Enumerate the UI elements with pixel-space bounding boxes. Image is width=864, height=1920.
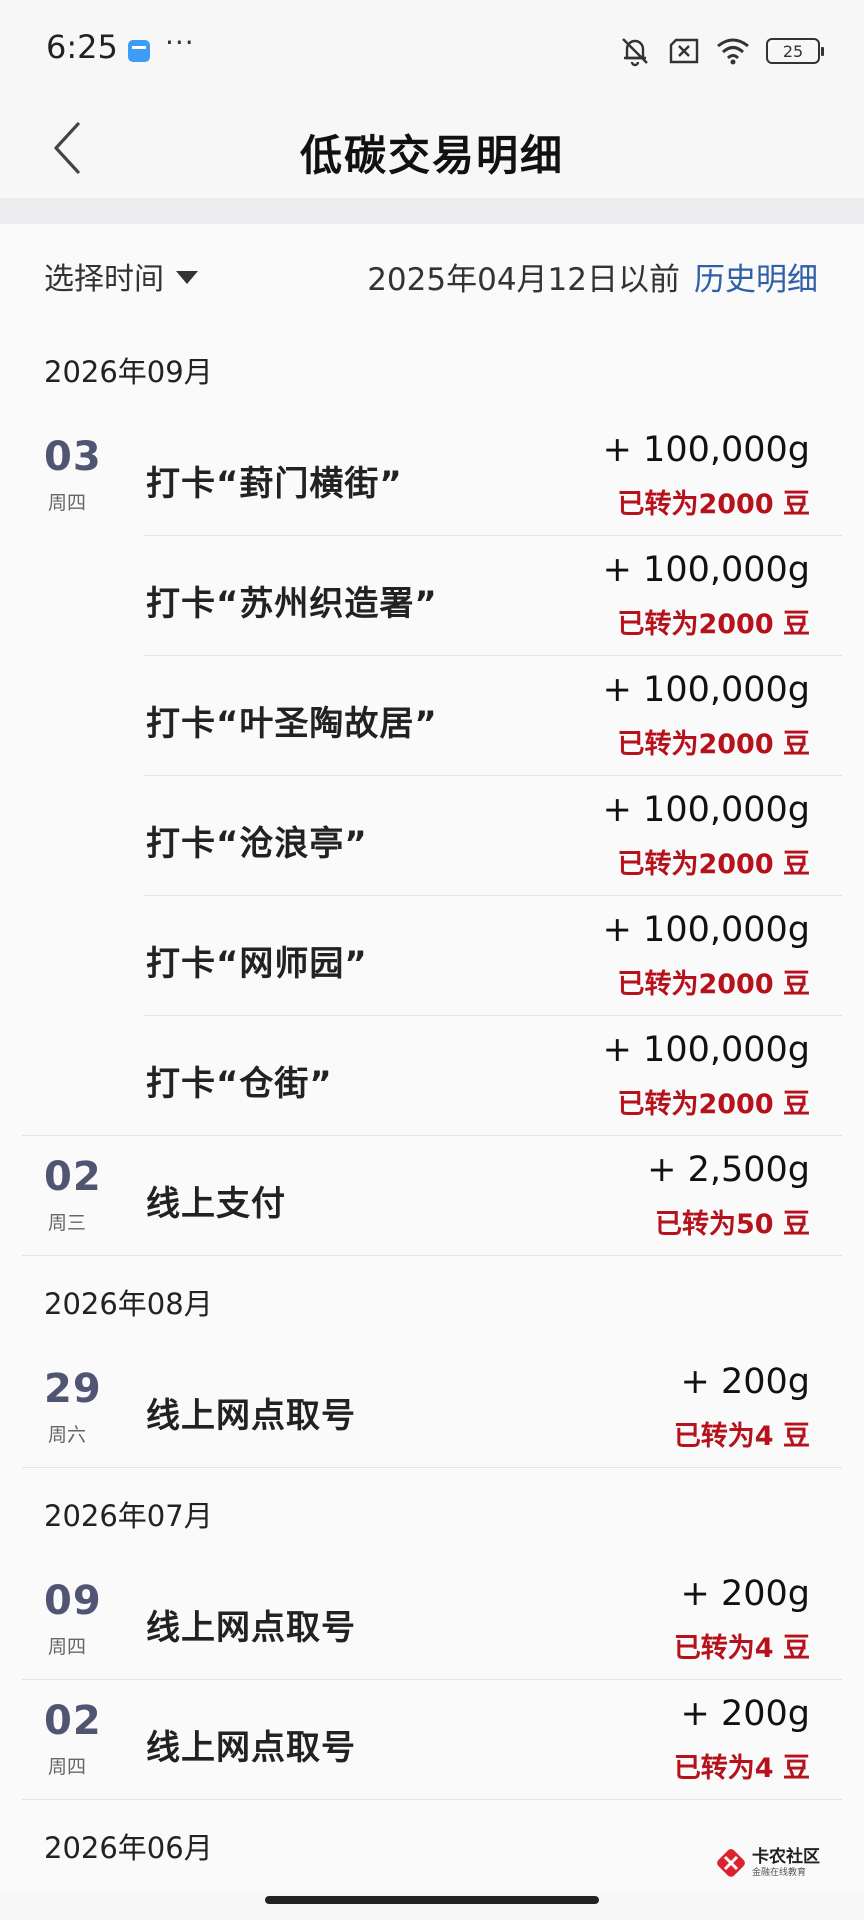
- transaction-row[interactable]: 打卡“叶圣陶故居” + 100,000g 已转为2000 豆: [0, 656, 864, 776]
- transaction-amount: + 100,000g: [602, 790, 810, 830]
- month-header: 2026年09月: [44, 355, 213, 389]
- transaction-day: 09: [44, 1578, 102, 1624]
- time-select-label: 选择时间: [44, 262, 164, 297]
- transaction-row[interactable]: 09 周四 线上网点取号 + 200g 已转为4 豆: [0, 1560, 864, 1680]
- transaction-amount: + 200g: [680, 1574, 810, 1614]
- transaction-row[interactable]: 02 周三 线上支付 + 2,500g 已转为50 豆: [0, 1136, 864, 1256]
- watermark-subtitle: 金融在线教育: [752, 1867, 807, 1878]
- transaction-amount: + 100,000g: [602, 430, 810, 470]
- transaction-weekday: 周四: [48, 492, 87, 514]
- status-time: 6:25: [46, 28, 118, 66]
- transaction-description: 打卡“葑门横街”: [146, 464, 403, 504]
- transaction-description: 打卡“仓街”: [146, 1064, 333, 1104]
- transaction-description: 打卡“网师园”: [146, 944, 368, 984]
- transaction-converted: 已转为2000 豆: [617, 609, 810, 640]
- transaction-day: 29: [44, 1366, 102, 1412]
- transaction-row[interactable]: 03 周四 打卡“葑门横街” + 100,000g 已转为2000 豆: [0, 416, 864, 536]
- transaction-weekday: 周六: [48, 1424, 87, 1446]
- transaction-description: 线上支付: [146, 1184, 286, 1224]
- wifi-icon: [717, 38, 749, 65]
- transaction-converted: 已转为50 豆: [655, 1209, 810, 1240]
- row-divider: [22, 1255, 842, 1256]
- caret-down-icon: [176, 271, 198, 284]
- status-icons: 25: [618, 34, 824, 68]
- app-notification-icon: [128, 40, 150, 62]
- transaction-day: 02: [44, 1154, 102, 1200]
- transaction-description: 线上网点取号: [146, 1608, 356, 1648]
- page-header: 低碳交易明细: [0, 100, 864, 198]
- watermark: 卡农社区 金融在线教育: [716, 1848, 820, 1878]
- status-bar: 6:25 ··· 25: [0, 0, 864, 100]
- mute-icon: [622, 38, 648, 67]
- transaction-weekday: 周四: [48, 1636, 87, 1658]
- transaction-day: 03: [44, 434, 102, 480]
- filter-right: 2025年04月12日以前 历史明细: [367, 254, 818, 299]
- transaction-amount: + 200g: [680, 1362, 810, 1402]
- more-notifications-icon: ···: [165, 26, 195, 59]
- transaction-converted: 已转为2000 豆: [617, 849, 810, 880]
- transaction-amount: + 100,000g: [602, 910, 810, 950]
- sim-off-icon: [669, 38, 699, 64]
- home-indicator[interactable]: [265, 1896, 599, 1904]
- filter-row: 选择时间 2025年04月12日以前 历史明细: [0, 224, 864, 324]
- transaction-description: 线上网点取号: [146, 1396, 356, 1436]
- row-divider: [22, 1799, 842, 1800]
- transaction-description: 线上网点取号: [146, 1728, 356, 1768]
- transaction-day: 02: [44, 1698, 102, 1744]
- transaction-weekday: 周四: [48, 1756, 87, 1778]
- transaction-converted: 已转为2000 豆: [617, 489, 810, 520]
- row-divider: [22, 1467, 842, 1468]
- month-header: 2026年07月: [44, 1499, 213, 1533]
- month-header: 2026年06月: [44, 1831, 213, 1865]
- transaction-converted: 已转为4 豆: [673, 1421, 810, 1452]
- transaction-description: 打卡“苏州织造署”: [146, 584, 438, 624]
- transaction-list: 2026年09月 03 周四 打卡“葑门横街” + 100,000g 已转为2000 豆打…: [0, 324, 864, 1892]
- cutoff-date-text: 2025年04月12日以前: [367, 262, 680, 298]
- transaction-description: 打卡“沧浪亭”: [146, 824, 368, 864]
- transaction-row[interactable]: 29 周六 线上网点取号 + 200g 已转为4 豆: [0, 1348, 864, 1468]
- battery-level: 25: [782, 41, 804, 61]
- transaction-amount: + 2,500g: [647, 1150, 810, 1190]
- time-select-dropdown[interactable]: 选择时间: [44, 254, 198, 298]
- transaction-amount: + 100,000g: [602, 550, 810, 590]
- transaction-description: 打卡“叶圣陶故居”: [146, 704, 438, 744]
- transaction-row[interactable]: 打卡“仓街” + 100,000g 已转为2000 豆: [0, 1016, 864, 1136]
- transaction-row[interactable]: 02 周四 线上网点取号 + 200g 已转为4 豆: [0, 1680, 864, 1800]
- transaction-row[interactable]: 打卡“沧浪亭” + 100,000g 已转为2000 豆: [0, 776, 864, 896]
- transaction-weekday: 周三: [48, 1212, 87, 1234]
- transaction-amount: + 200g: [680, 1694, 810, 1734]
- battery-icon: 25: [766, 38, 824, 64]
- transaction-row[interactable]: 打卡“苏州织造署” + 100,000g 已转为2000 豆: [0, 536, 864, 656]
- transaction-row[interactable]: 打卡“网师园” + 100,000g 已转为2000 豆: [0, 896, 864, 1016]
- transaction-amount: + 100,000g: [602, 1030, 810, 1070]
- kanong-logo-icon: [717, 1849, 745, 1877]
- transaction-converted: 已转为2000 豆: [617, 729, 810, 760]
- month-header: 2026年08月: [44, 1287, 213, 1321]
- history-detail-link[interactable]: 历史明细: [694, 254, 818, 299]
- transaction-converted: 已转为2000 豆: [617, 969, 810, 1000]
- watermark-title: 卡农社区: [752, 1846, 820, 1867]
- transaction-converted: 已转为2000 豆: [617, 1089, 810, 1120]
- transaction-amount: + 100,000g: [602, 670, 810, 710]
- header-divider: [0, 198, 864, 224]
- transaction-converted: 已转为4 豆: [673, 1753, 810, 1784]
- page-title: 低碳交易明细: [299, 131, 564, 180]
- transaction-converted: 已转为4 豆: [673, 1633, 810, 1664]
